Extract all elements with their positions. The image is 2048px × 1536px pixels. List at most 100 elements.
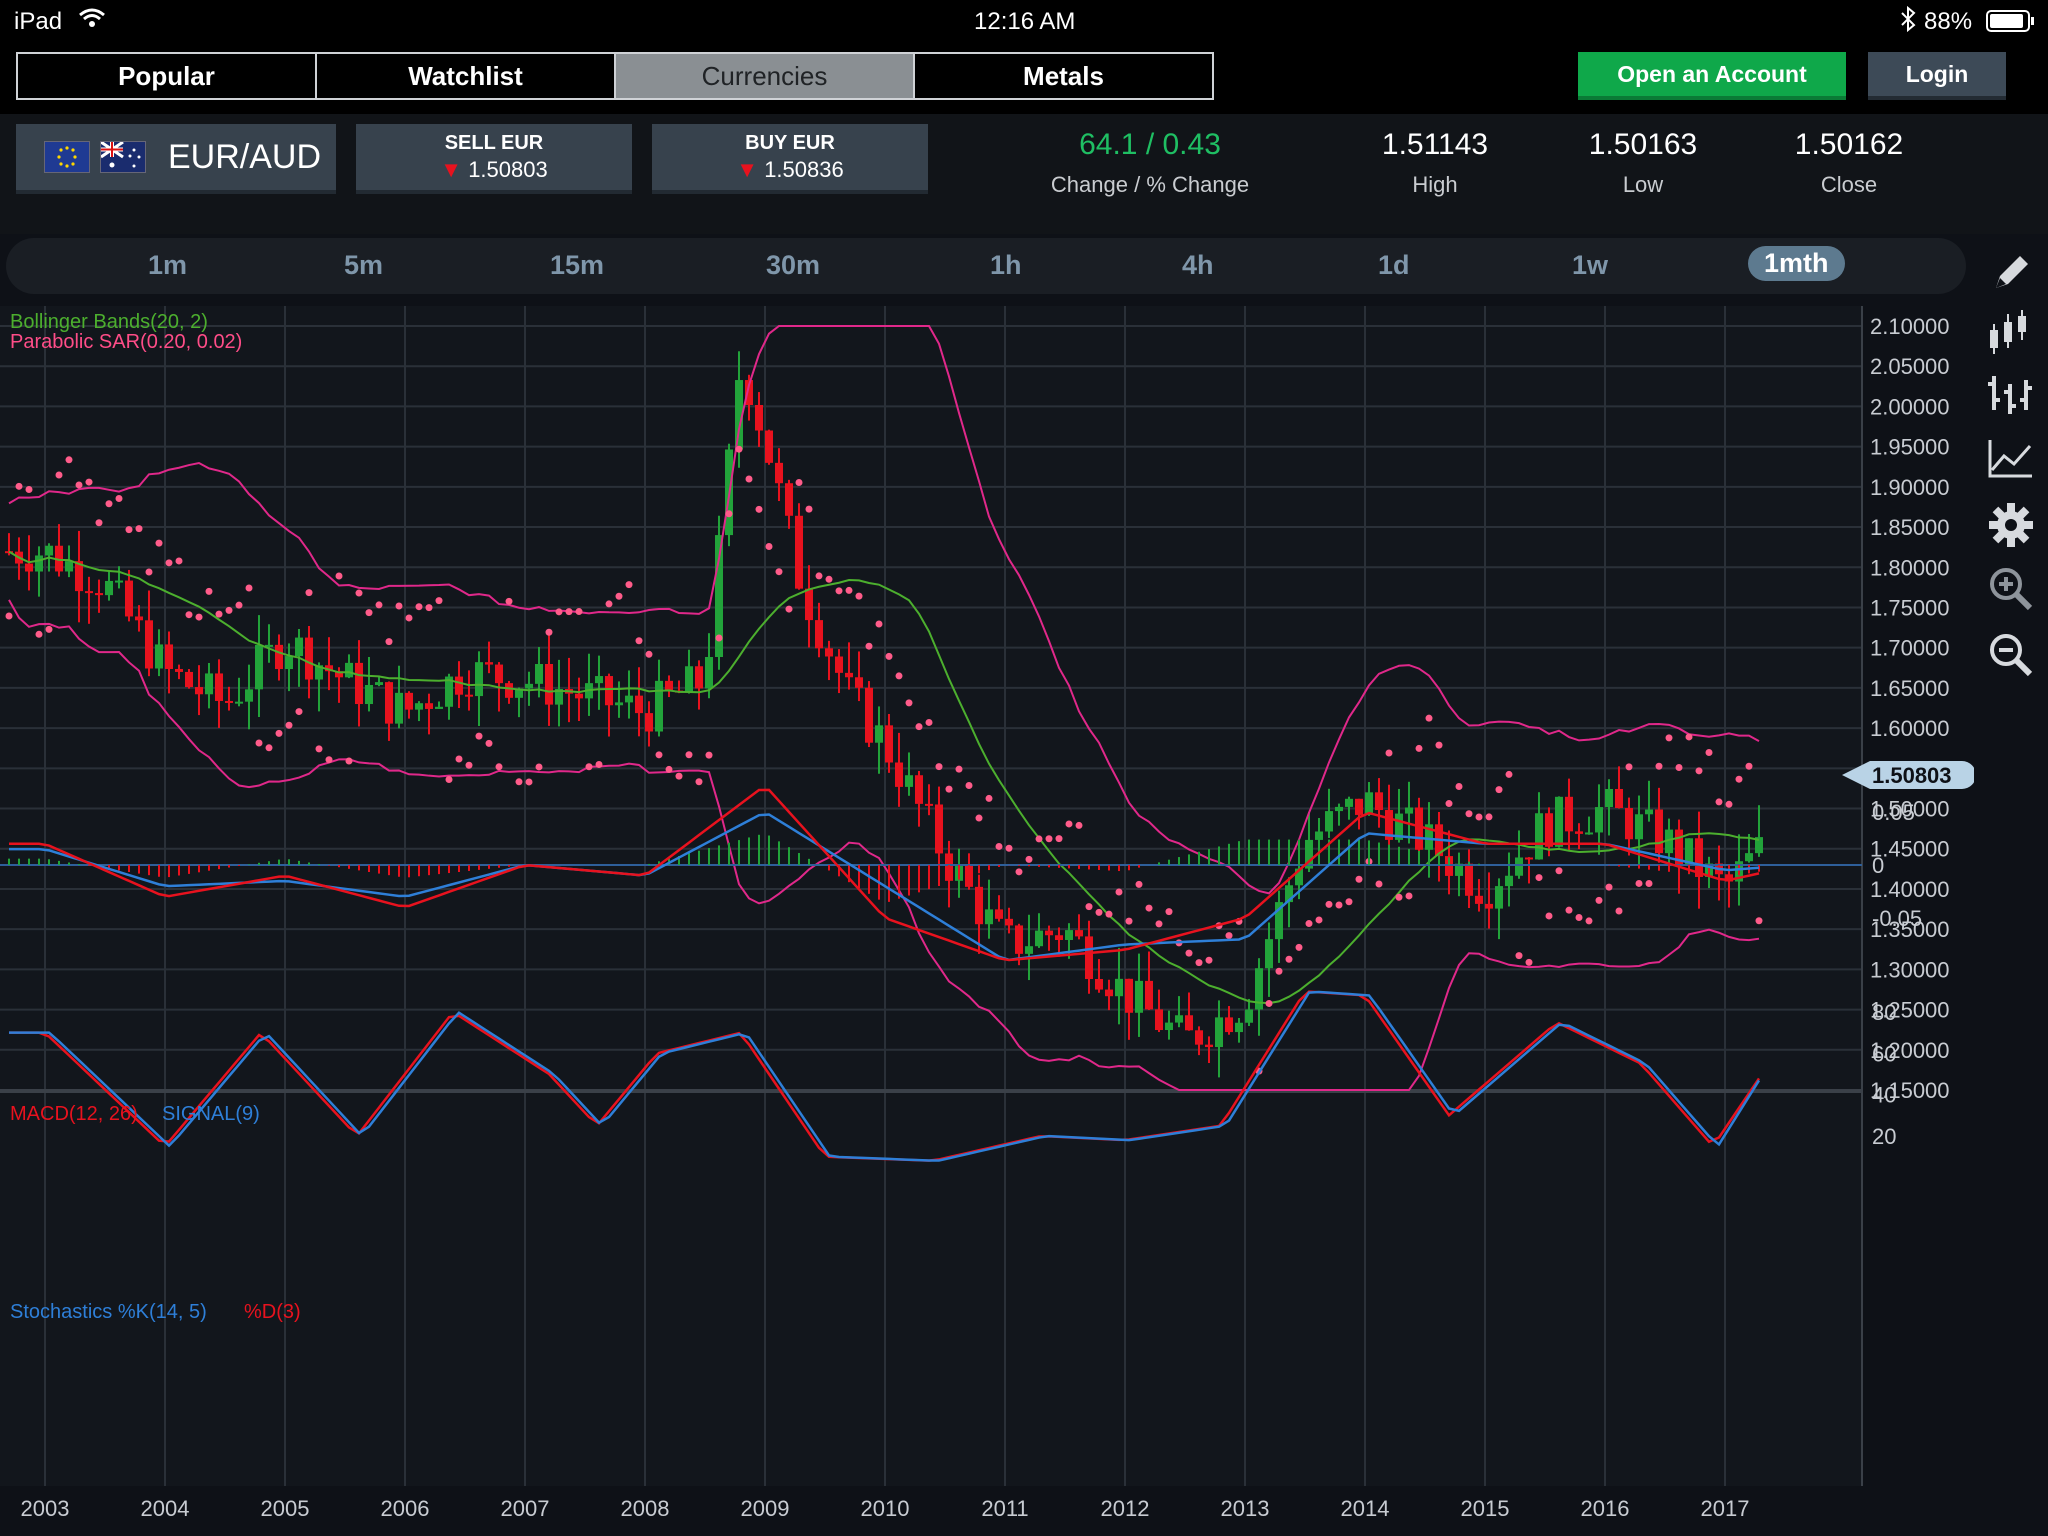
sar-dot [835,587,843,595]
sar-dot [1445,800,1453,808]
sar-dot [1315,916,1323,924]
top-nav: Popular Watchlist Currencies Metals Open… [0,42,2048,114]
candle-body [535,664,543,684]
timeframe-1d[interactable]: 1d [1378,250,1410,281]
x-tick-label: 2009 [741,1496,790,1521]
candle-body [1235,1022,1243,1033]
candle-body [145,620,153,669]
candle-body [455,676,463,695]
candle-body [815,620,823,649]
price-chart[interactable]: 2003 2004 2005 2006 2007 2008 2009 2010 2011 2012… [0,306,1974,1536]
candle-body [885,725,893,763]
zoom-out-icon[interactable] [1986,630,2036,680]
timeframe-1mth[interactable]: 1mth [1748,246,1845,281]
candle-body [1405,807,1413,814]
sar-dot [525,778,533,786]
clock: 12:16 AM [974,8,1076,35]
candle-body [1135,980,1143,1013]
zoom-in-icon[interactable] [1986,564,2036,614]
sar-dot [1395,893,1403,901]
candle-body [1155,1009,1163,1031]
sar-dot [495,763,503,771]
timeframe-1h[interactable]: 1h [990,250,1022,281]
sar-dot [1625,763,1633,771]
sell-button[interactable]: SELL EUR ▼ 1.50803 [356,124,632,194]
sar-dot [1045,835,1053,843]
sar-dot [1505,770,1513,778]
sar-dot [75,481,83,489]
battery-icon [1986,9,2036,40]
sar-dot [1065,820,1073,828]
candle-body [255,644,263,690]
change-label: Change / % Change [1050,172,1250,197]
sar-dot [455,755,463,763]
sar-dot [1155,920,1163,928]
candle-body [1575,831,1583,834]
candle-body [785,483,793,516]
sar-dot [205,587,213,595]
candle-body [1745,853,1753,862]
candle-body [995,909,1003,919]
y-tick-label: 2.05000 [1870,354,1950,379]
candle-body [1375,792,1383,811]
sar-dot [805,505,813,513]
open-account-button[interactable]: Open an Account [1578,52,1846,100]
candle-body [1265,939,1273,969]
candle-body [205,673,213,695]
sar-dot [785,605,793,613]
battery-percent: 88% [1924,8,1973,35]
sar-dot [1375,880,1383,888]
sar-dot [585,763,593,771]
sar-dot [855,592,863,600]
candle-body [1125,978,1133,1013]
tab-watchlist[interactable]: Watchlist [317,54,616,98]
candle-body [235,701,243,704]
tab-currencies[interactable]: Currencies [616,54,915,98]
sar-dot [645,650,653,658]
timeframe-1m[interactable]: 1m [148,250,187,281]
status-bar: iPad 12:16 AM 88% [0,0,2048,42]
tab-metals[interactable]: Metals [915,54,1212,98]
device-name: iPad [14,8,63,35]
stoch-y-tick-label: 60 [1872,1041,1896,1066]
candle-body [625,695,633,703]
candle-body [435,706,443,709]
sar-dot [995,842,1003,850]
timeframe-15m[interactable]: 15m [550,250,604,281]
timeframe-1w[interactable]: 1w [1572,250,1608,281]
candle-body [935,804,943,854]
login-button[interactable]: Login [1868,52,2006,100]
candle-body [1175,1015,1183,1023]
candle-body [905,775,913,787]
candle-body [865,687,873,743]
gear-icon[interactable] [1986,500,2036,550]
candle-body [695,666,703,689]
timeframe-30m[interactable]: 30m [766,250,820,281]
x-tick-label: 2007 [501,1496,550,1521]
candlestick-icon[interactable] [1986,308,2036,358]
candle-body [1055,935,1063,940]
candle-body [65,561,73,572]
sar-dot [335,572,343,580]
candle-body [685,666,693,693]
sar-dot [175,557,183,565]
candle-body [1165,1022,1173,1031]
pair-selector[interactable]: EUR/AUD [16,124,336,194]
au-flag-icon [100,141,146,173]
timeframe-5m[interactable]: 5m [344,250,383,281]
candle-body [705,657,713,689]
sar-dot [825,575,833,583]
ohlc-icon[interactable] [1986,370,2036,420]
line-chart-icon[interactable] [1986,434,2036,484]
sar-dot [1455,782,1463,790]
candle-body [1035,930,1043,947]
timeframe-4h[interactable]: 4h [1182,250,1214,281]
sell-price: 1.50803 [468,157,548,182]
low-label: Low [1622,172,1664,197]
pencil-icon[interactable] [1986,248,2036,298]
x-tick-label: 2005 [261,1496,310,1521]
candle-body [1605,788,1613,808]
sar-dot [1295,943,1303,951]
buy-button[interactable]: BUY EUR ▼ 1.50836 [652,124,928,194]
tab-popular[interactable]: Popular [18,54,317,98]
